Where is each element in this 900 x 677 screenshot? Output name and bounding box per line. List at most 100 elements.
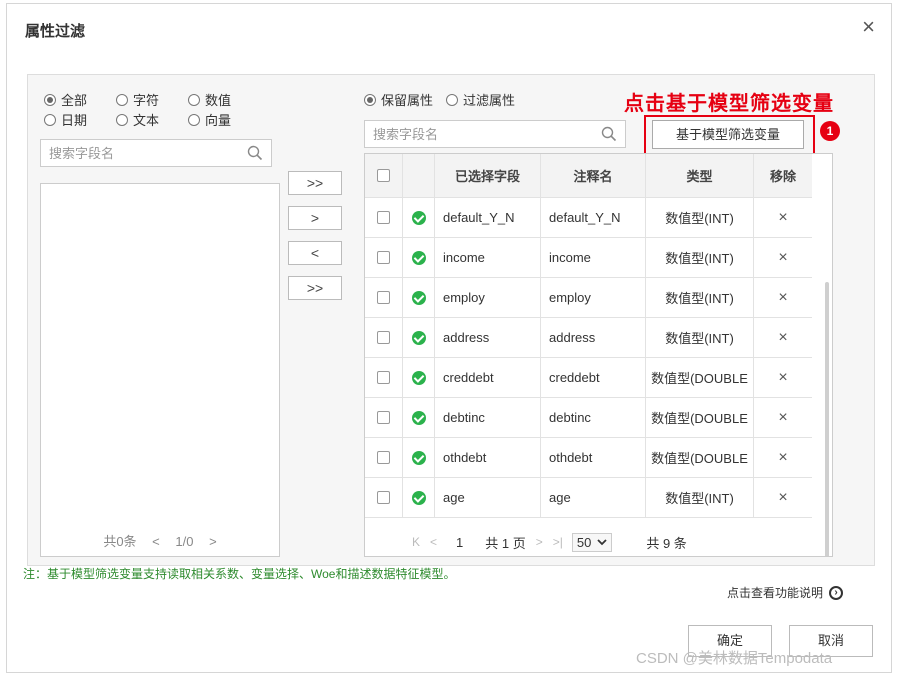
left-pager-next[interactable]: > — [209, 534, 217, 549]
right-search-input[interactable] — [365, 121, 607, 147]
header-select-all-cell[interactable] — [365, 154, 403, 197]
field-name: default_Y_N — [435, 198, 541, 237]
header-remove: 移除 — [769, 169, 796, 184]
row-checkbox-cell[interactable] — [365, 278, 403, 317]
chevron-right-circle-icon: › — [829, 585, 844, 600]
radio-text[interactable]: 文本 — [116, 110, 159, 129]
radio-dot — [188, 93, 200, 106]
row-checkbox[interactable] — [377, 251, 390, 264]
close-icon[interactable]: × — [862, 16, 875, 38]
remove-cell: × — [754, 438, 812, 477]
field-name: creddebt — [435, 358, 541, 397]
row-checkbox-cell[interactable] — [365, 438, 403, 477]
help-link[interactable]: 点击查看功能说明 › — [727, 584, 844, 601]
field-alias[interactable]: default_Y_N — [541, 198, 646, 237]
field-type: 数值型(DOUBLE — [646, 438, 754, 477]
field-alias[interactable]: othdebt — [541, 438, 646, 477]
attribute-filter-dialog: 属性过滤 × 全部 字符 数值 日期 文本 向量 搜索字段名 共0条 < 1/0… — [6, 3, 892, 673]
field-type: 数值型(INT) — [646, 318, 754, 357]
radio-label: 全部 — [61, 93, 88, 108]
table-pager: K < 1 共 1 页 > >| 50 共 9 条 — [364, 527, 811, 557]
row-checkbox[interactable] — [377, 211, 390, 224]
radio-dot — [364, 93, 376, 106]
remove-cell: × — [754, 278, 812, 317]
status-cell — [403, 398, 435, 437]
remove-icon[interactable]: × — [778, 209, 787, 227]
step-badge: 1 — [820, 121, 840, 141]
field-name: debtinc — [435, 398, 541, 437]
left-search-box — [40, 139, 272, 167]
radio-date[interactable]: 日期 — [44, 110, 87, 129]
table-header-row: 已选择字段 注释名 类型 移除 — [365, 154, 812, 198]
next-page-icon[interactable]: > — [536, 535, 543, 549]
radio-vector[interactable]: 向量 — [188, 110, 231, 129]
table-row: othdebt othdebt 数值型(DOUBLE × — [365, 438, 812, 478]
radio-filter-attributes[interactable]: 过滤属性 — [446, 90, 515, 109]
row-checkbox-cell[interactable] — [365, 238, 403, 277]
move-right-button[interactable]: > — [288, 206, 342, 230]
move-left-button[interactable]: < — [288, 241, 342, 265]
right-search-box — [364, 120, 626, 148]
radio-string[interactable]: 字符 — [116, 90, 159, 109]
status-cell — [403, 278, 435, 317]
check-circle-icon — [411, 330, 426, 345]
remove-icon[interactable]: × — [778, 369, 787, 387]
left-search-input[interactable] — [41, 140, 253, 166]
remove-icon[interactable]: × — [778, 249, 787, 267]
row-checkbox-cell[interactable] — [365, 398, 403, 437]
current-page[interactable]: 1 — [456, 535, 463, 550]
field-alias[interactable]: address — [541, 318, 646, 357]
field-alias[interactable]: age — [541, 478, 646, 517]
row-checkbox-cell[interactable] — [365, 478, 403, 517]
table-scrollbar[interactable] — [825, 282, 829, 556]
page-size-select[interactable]: 50 — [571, 532, 613, 552]
last-page-icon[interactable]: >| — [553, 535, 563, 549]
move-all-right-button[interactable]: >> — [288, 171, 342, 195]
header-alias: 注释名 — [541, 154, 646, 197]
row-checkbox-cell[interactable] — [365, 198, 403, 237]
radio-all[interactable]: 全部 — [44, 90, 87, 109]
filter-body: 全部 字符 数值 日期 文本 向量 搜索字段名 共0条 < 1/0 > >> >… — [27, 74, 875, 566]
row-checkbox[interactable] — [377, 491, 390, 504]
row-checkbox[interactable] — [377, 411, 390, 424]
select-all-checkbox[interactable] — [377, 169, 390, 182]
check-circle-icon — [411, 250, 426, 265]
remove-icon[interactable]: × — [778, 449, 787, 467]
radio-label: 日期 — [61, 113, 88, 128]
field-alias[interactable]: debtinc — [541, 398, 646, 437]
prev-page-icon[interactable]: < — [430, 535, 437, 549]
radio-dot — [446, 93, 458, 106]
row-checkbox-cell[interactable] — [365, 358, 403, 397]
search-icon[interactable] — [247, 145, 263, 161]
field-alias[interactable]: income — [541, 238, 646, 277]
table-row: age age 数值型(INT) × — [365, 478, 812, 518]
move-all-button[interactable]: >> — [288, 276, 342, 300]
remove-icon[interactable]: × — [778, 329, 787, 347]
radio-dot — [116, 113, 128, 126]
left-pager-total: 共0条 — [103, 534, 137, 549]
field-name: age — [435, 478, 541, 517]
field-alias[interactable]: creddebt — [541, 358, 646, 397]
header-type: 类型 — [646, 154, 754, 197]
check-circle-icon — [411, 490, 426, 505]
remove-icon[interactable]: × — [778, 489, 787, 507]
radio-numeric[interactable]: 数值 — [188, 90, 231, 109]
field-alias[interactable]: employ — [541, 278, 646, 317]
available-fields-list[interactable]: 共0条 < 1/0 > — [40, 183, 280, 557]
first-page-icon[interactable]: K — [412, 535, 420, 549]
remove-icon[interactable]: × — [778, 409, 787, 427]
radio-dot — [44, 93, 56, 106]
row-checkbox[interactable] — [377, 451, 390, 464]
status-cell — [403, 318, 435, 357]
status-cell — [403, 438, 435, 477]
row-checkbox[interactable] — [377, 331, 390, 344]
row-checkbox-cell[interactable] — [365, 318, 403, 357]
remove-cell: × — [754, 398, 812, 437]
row-checkbox[interactable] — [377, 291, 390, 304]
search-icon[interactable] — [601, 126, 617, 142]
radio-keep-attributes[interactable]: 保留属性 — [364, 90, 433, 109]
row-checkbox[interactable] — [377, 371, 390, 384]
model-filter-button[interactable]: 基于模型筛选变量 — [652, 120, 804, 149]
remove-icon[interactable]: × — [778, 289, 787, 307]
left-pager-prev[interactable]: < — [152, 534, 160, 549]
